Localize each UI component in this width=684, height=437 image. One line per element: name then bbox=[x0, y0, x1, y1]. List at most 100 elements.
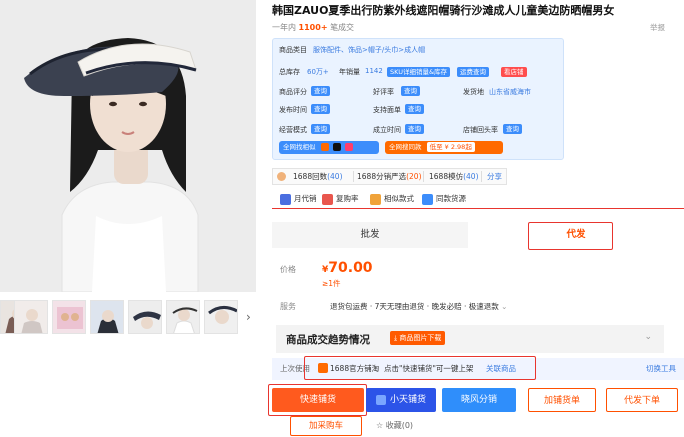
rating-query[interactable]: 查询 bbox=[311, 86, 330, 96]
freight-query-tag[interactable]: 运费查询 bbox=[457, 67, 489, 77]
stats-bar: 1688回数(40) 1688分销严选(20) 1688模仿(40) 分享 bbox=[272, 168, 507, 185]
product-main-image[interactable] bbox=[0, 0, 256, 292]
publish-time-query[interactable]: 查询 bbox=[311, 104, 330, 114]
favorite-button[interactable]: ☆ 收藏(0) bbox=[376, 420, 413, 431]
biz-mode-query[interactable]: 查询 bbox=[311, 124, 330, 134]
divider bbox=[481, 171, 482, 182]
divider bbox=[423, 171, 424, 182]
chevron-down-icon[interactable]: ⌄ bbox=[644, 332, 652, 342]
service-label: 服务 bbox=[280, 302, 296, 311]
support-sheet-query[interactable]: 查询 bbox=[405, 104, 424, 114]
stat-num: (40) bbox=[327, 172, 343, 181]
established-query[interactable]: 查询 bbox=[405, 124, 424, 134]
report-link[interactable]: 举报 bbox=[650, 22, 665, 33]
divider bbox=[353, 171, 354, 182]
analytics-label: 月代销 bbox=[294, 194, 317, 203]
ship-from-label: 发货地 bbox=[463, 88, 484, 96]
download-images-button[interactable]: ⤓ 商品图片下载 bbox=[390, 331, 446, 345]
thumbnail[interactable] bbox=[90, 300, 124, 334]
chevron-down-icon: ⌄ bbox=[501, 302, 508, 311]
shop-return-rate-label: 店铺回头率 bbox=[463, 126, 498, 134]
category-value[interactable]: 服饰配件、饰品>帽子/头巾>成人帽 bbox=[313, 45, 425, 55]
thumbnail-strip: › bbox=[0, 300, 258, 336]
low-price-badge: 低至 ¥ 2.98起 bbox=[426, 142, 475, 152]
add-distribute-list-button[interactable]: 加铺货单 bbox=[528, 388, 596, 412]
established-label: 成立时间 bbox=[373, 126, 401, 134]
model-photo bbox=[0, 0, 256, 292]
same-source-item[interactable]: 同款货源 bbox=[422, 193, 466, 205]
thumbnail[interactable] bbox=[52, 300, 86, 334]
refresh-icon bbox=[322, 193, 333, 205]
stat-label: 1688回数 bbox=[293, 172, 328, 181]
monthly-distribution-item[interactable]: 月代销 bbox=[280, 193, 317, 205]
xiaofeng-distribute-button[interactable]: 晓风分销 bbox=[442, 388, 516, 412]
sales-suffix: 笔成交 bbox=[330, 23, 355, 32]
ship-from-value: 山东省威海市 bbox=[489, 88, 531, 96]
sales-summary: 一年内 1100+ 笔成交 bbox=[272, 22, 354, 33]
price-value: ¥70.00 bbox=[322, 260, 373, 276]
analytics-label: 同款货源 bbox=[436, 194, 466, 203]
stat-num: (40) bbox=[463, 172, 479, 181]
taobao-icon bbox=[320, 143, 329, 151]
highlight-underline bbox=[272, 208, 684, 210]
source-icon bbox=[422, 193, 433, 205]
add-to-cart-button[interactable]: 加采购车 bbox=[290, 416, 362, 436]
thumbnail[interactable] bbox=[204, 300, 238, 334]
shop-return-rate-query[interactable]: 查询 bbox=[503, 124, 522, 134]
view-shop-tag[interactable]: 看店铺 bbox=[501, 67, 527, 77]
similar-style-item[interactable]: 相似款式 bbox=[370, 193, 414, 205]
analytics-row: 月代销 复购率 相似款式 同款货源 bbox=[272, 191, 684, 207]
rating-label: 商品评分 bbox=[279, 88, 307, 96]
repurchase-item[interactable]: 复购率 bbox=[322, 193, 359, 205]
good-rate-query[interactable]: 查询 bbox=[401, 86, 420, 96]
service-items: 退货包运费 · 7天无理由退货 · 晚发必赔 · 极速退款 bbox=[330, 302, 499, 311]
analytics-label: 相似款式 bbox=[384, 194, 414, 203]
stat-cell-imitate[interactable]: 1688模仿(40) bbox=[429, 169, 479, 184]
star-icon: ☆ bbox=[376, 421, 386, 430]
thumbnail[interactable] bbox=[128, 300, 162, 334]
stat-cell-distribution[interactable]: 1688分销严选(20) bbox=[357, 169, 422, 184]
sales-count: 1100+ bbox=[298, 23, 328, 32]
price-amount: 70.00 bbox=[328, 260, 373, 276]
xiaotian-distribute-button[interactable]: 小天铺货 bbox=[366, 388, 436, 412]
user-avatar-icon bbox=[277, 172, 286, 181]
tab-wholesale[interactable]: 批发 bbox=[272, 222, 468, 248]
purchase-mode-tabs: 批发 代发 bbox=[272, 222, 684, 248]
category-label: 商品类目 bbox=[279, 46, 307, 54]
find-similar-button[interactable]: 全网找相似 bbox=[279, 141, 379, 154]
find-similar-label: 全网找相似 bbox=[283, 143, 316, 151]
stat-label: 1688模仿 bbox=[429, 172, 464, 181]
thumbnail[interactable] bbox=[14, 300, 48, 334]
chevron-right-icon[interactable]: › bbox=[246, 310, 251, 324]
price-label: 价格 bbox=[280, 265, 296, 274]
stat-num: (20) bbox=[406, 172, 422, 181]
trend-title: 商品成交趋势情况 bbox=[286, 334, 370, 346]
highlight-frame-fast bbox=[268, 384, 367, 416]
analytics-label: 复购率 bbox=[336, 194, 359, 203]
product-title: 韩国ZAUO夏季出行防紫外线遮阳帽骑行沙滩成人儿童美边防晒帽男女 bbox=[272, 4, 615, 17]
dropship-order-button[interactable]: 代发下单 bbox=[606, 388, 678, 412]
thumbnail[interactable] bbox=[166, 300, 200, 334]
sku-detail-tag[interactable]: SKU详细销量&库存 bbox=[387, 67, 451, 77]
share-link[interactable]: 分享 bbox=[487, 169, 502, 184]
search-same-button[interactable]: 全网搜同款 低至 ¥ 2.98起 bbox=[385, 141, 503, 154]
stat-label: 1688分销严选 bbox=[357, 172, 407, 181]
annual-sales-value: 1142 bbox=[365, 67, 383, 75]
biz-mode-label: 经营模式 bbox=[279, 126, 307, 134]
douyin-icon bbox=[332, 143, 341, 151]
trend-panel: 商品成交趋势情况 ⤓ 商品图片下载 ⌄ bbox=[276, 325, 664, 353]
publish-time-label: 发布时间 bbox=[279, 106, 307, 114]
price-min-qty: ≥1件 bbox=[322, 279, 341, 288]
good-rate-label: 好评率 bbox=[373, 88, 394, 96]
highlight-frame-dropship bbox=[528, 222, 613, 250]
highlight-frame-previous bbox=[304, 356, 536, 380]
stat-cell-ask[interactable]: 1688回数(40) bbox=[293, 169, 343, 184]
service-text[interactable]: 退货包运费 · 7天无理由退货 · 晚发必赔 · 极速退款 ⌄ bbox=[330, 301, 507, 312]
switch-tool-link[interactable]: 切换工具 bbox=[646, 363, 676, 374]
stock-value: 60万+ bbox=[307, 68, 329, 76]
pinduoduo-icon bbox=[344, 143, 353, 151]
annual-sales-label: 年销量 bbox=[339, 68, 360, 76]
chart-icon bbox=[280, 193, 291, 205]
support-sheet-label: 支持面单 bbox=[373, 106, 401, 114]
stock-label: 总库存 bbox=[279, 68, 300, 76]
